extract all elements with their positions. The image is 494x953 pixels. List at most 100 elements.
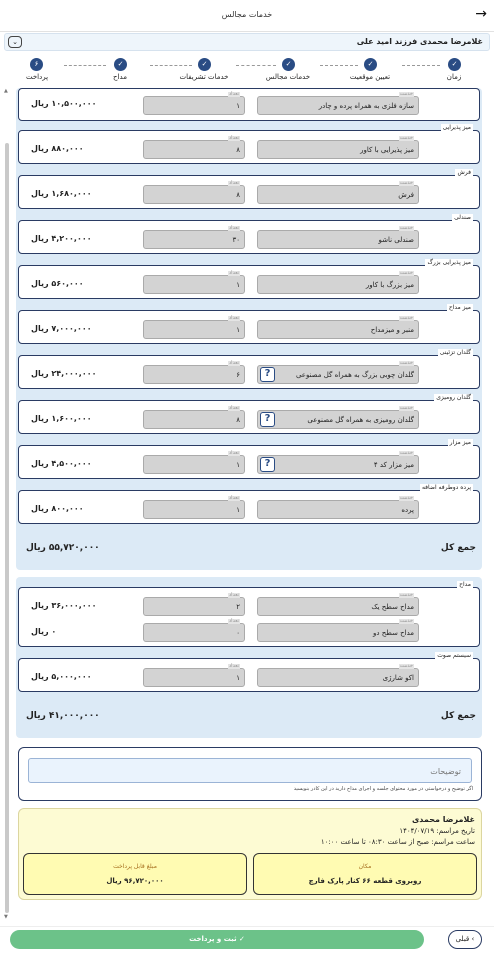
price-label: ۸۸۰,۰۰۰ ریال [31,144,84,153]
service-field[interactable]: خدمت سازه فلزی به همراه پرده و چادر [257,92,419,115]
scrollbar-thumb[interactable] [5,143,9,913]
service-field[interactable]: خدمت صندلی ناشو [257,226,419,249]
quantity-field[interactable]: تعداد ۳۰ [143,226,245,249]
quantity-field[interactable]: تعداد ۸ [143,406,245,429]
description-placeholder: توضیحات [430,767,461,776]
service-field[interactable]: خدمت میز پذیرایی با کاور [257,136,419,159]
service-card: سیستم صوت خدمت اکو شارژی تعداد ۱ ۵,۰۰۰,۰۰۰… [18,652,480,692]
ceremony-time: ساعت مراسم: صبح از ساعت ۰۸:۳۰ تا ساعت ۱۰… [320,838,475,846]
quantity-field[interactable]: تعداد ۸ [143,181,245,204]
service-field[interactable]: خدمت پرده [257,496,419,519]
quantity-field[interactable]: تعداد ۱ [143,664,245,687]
back-arrow-icon[interactable]: → [475,6,487,22]
quantity-field[interactable]: تعداد ۶ [143,361,245,384]
quantity-field[interactable]: تعداد ۱ [143,451,245,474]
quantity-field[interactable]: تعداد ۱ [143,496,245,519]
service-field[interactable]: خدمت گلدان چوبی بزرگ به همراه گل مصنوعی? [257,361,419,384]
category-title: پرده دوطرفه اضافه [419,484,473,491]
service-field[interactable]: خدمت مداح سطح یک [257,593,419,616]
service-field[interactable]: خدمت گلدان رومیزی به همراه گل مصنوعی? [257,406,419,429]
price-label: ۰ ریال [31,627,57,636]
price-label: ۵۶۰,۰۰۰ ریال [31,279,84,288]
service-field[interactable]: خدمت فرش [257,181,419,204]
step-label-payment: پرداخت [25,73,49,81]
step-label-time: زمان [446,73,462,81]
total-label: جمع کل [440,711,476,721]
category-title: گلدان تزئینی [437,349,473,356]
price-label: ۴,۲۰۰,۰۰۰ ریال [31,234,92,243]
step-check-icon[interactable]: ✓ [114,58,127,71]
service-card: میز پذیرایی بزرگ خدمت میز بزرگ با کاور تع… [18,259,480,299]
total-value: ۴۱,۰۰۰,۰۰۰ ریال [26,711,100,721]
description-card: توضیحات اگر توضیح و درخواستی در مورد محت… [18,747,482,801]
customer-name: غلامرضا محمدی فرزند امید علی [356,37,483,46]
step-check-icon[interactable]: ✓ [448,58,461,71]
quantity-field[interactable]: تعداد ۲ [143,593,245,616]
price-label: ۷,۰۰۰,۰۰۰ ریال [31,324,92,333]
step-check-icon[interactable]: ✓ [198,58,211,71]
footer-bar: ثبت و پرداخت ✓ قبلی ‹ [0,926,494,953]
description-hint: اگر توضیح و درخواستی در مورد محتوای جلسه… [293,786,473,792]
service-card: میز مداح خدمت منبر و میزمداح تعداد ۱ ۷,۰۰۰… [18,304,480,344]
order-summary: غلامرضا محمدی تاریخ مراسم: ۱۴۰۴/۰۷/۱۹ سا… [18,808,482,900]
service-field[interactable]: خدمت میز مزار کد ۴? [257,451,419,474]
step-connector [236,65,276,66]
step-check-icon[interactable]: ✓ [282,58,295,71]
service-card: فرش خدمت فرش تعداد ۸ ۱,۶۸۰,۰۰۰ ریال [18,169,480,209]
description-input[interactable]: توضیحات [28,758,472,783]
service-field[interactable]: خدمت میز بزرگ با کاور [257,271,419,294]
amount-label: مبلغ قابل پرداخت [113,863,157,870]
category-title: گلدان رومیزی [434,394,473,401]
category-title: سیستم صوت [435,652,473,659]
category-title: مداح [457,581,473,588]
service-field[interactable]: خدمت اکو شارژی [257,664,419,687]
price-label: ۱,۶۸۰,۰۰۰ ریال [31,189,92,198]
quantity-field[interactable]: تعداد ۱ [143,92,245,115]
service-card: میز مزار خدمت میز مزار کد ۴? تعداد ۱ ۴,۵۰۰… [18,439,480,479]
service-card: خدمت سازه فلزی به همراه پرده و چادر تعداد… [18,88,480,121]
scroll-up-icon[interactable]: ▲ [4,88,8,94]
ceremony-date: تاریخ مراسم: ۱۴۰۴/۰۷/۱۹ [399,827,475,835]
step-check-icon[interactable]: ✓ [364,58,377,71]
step-label-location: تعیین موقعیت [349,73,391,81]
location-label: مکان [358,863,372,870]
scrollbar[interactable]: ▲ ▼ [4,88,10,920]
total-value: ۵۵,۷۲۰,۰۰۰ ریال [26,543,100,553]
price-label: ۸۰۰,۰۰۰ ریال [31,504,84,513]
page-title: خدمات مجالس [221,10,273,19]
submit-pay-button[interactable]: ثبت و پرداخت ✓ [10,930,424,949]
location-box: مکان روبروی قطعه ۶۶ کنار پارک فارچ [253,853,477,895]
category-title: میز پذیرایی [440,124,473,131]
service-card: پرده دوطرفه اضافه خدمت پرده تعداد ۱ ۸۰۰,۰۰… [18,484,480,524]
step-label-formalities: خدمات تشریفات [179,73,229,81]
service-card: مداح خدمت مداح سطح یک تعداد ۲ ۳۶,۰۰۰,۰۰۰ ر… [18,581,480,647]
help-icon[interactable]: ? [260,412,275,427]
help-icon[interactable]: ? [260,457,275,472]
price-label: ۱۰,۵۰۰,۰۰۰ ریال [31,99,97,108]
service-field[interactable]: خدمت منبر و میزمداح [257,316,419,339]
step-number-icon[interactable]: ۶ [30,58,43,71]
quantity-field[interactable]: تعداد ۱ [143,316,245,339]
quantity-field[interactable]: تعداد ۱ [143,271,245,294]
amount-box: مبلغ قابل پرداخت ۹۶,۷۲۰,۰۰۰ ریال [23,853,247,895]
category-title: فرش [455,169,473,176]
service-field[interactable]: خدمت مداح سطح دو [257,619,419,642]
service-card: میز پذیرایی خدمت میز پذیرایی با کاور تعدا… [18,124,480,164]
quantity-field[interactable]: تعداد ۸ [143,136,245,159]
help-icon[interactable]: ? [260,367,275,382]
scroll-down-icon[interactable]: ▼ [4,914,8,920]
amount-value: ۹۶,۷۲۰,۰۰۰ ریال [106,877,164,885]
customer-bar: غلامرضا محمدی فرزند امید علی ⌄ [4,33,490,51]
step-label-eulogist: مداح [113,73,127,81]
progress-stepper: ✓ زمان ✓ تعیین موقعیت ✓ خدمات مجالس ✓ خد… [0,55,494,85]
step-connector [64,65,106,66]
eulogist-section: مداح خدمت مداح سطح یک تعداد ۲ ۳۶,۰۰۰,۰۰۰ ر… [16,577,482,738]
price-label: ۳۶,۰۰۰,۰۰۰ ریال [31,601,97,610]
price-label: ۴,۵۰۰,۰۰۰ ریال [31,459,92,468]
quantity-field[interactable]: تعداد ۰ [143,619,245,642]
price-label: ۲۴,۰۰۰,۰۰۰ ریال [31,369,97,378]
category-title: میز مداح [446,304,473,311]
chevron-down-icon[interactable]: ⌄ [8,36,22,48]
previous-button[interactable]: قبلی ‹ [448,930,482,949]
price-label: ۵,۰۰۰,۰۰۰ ریال [31,672,92,681]
